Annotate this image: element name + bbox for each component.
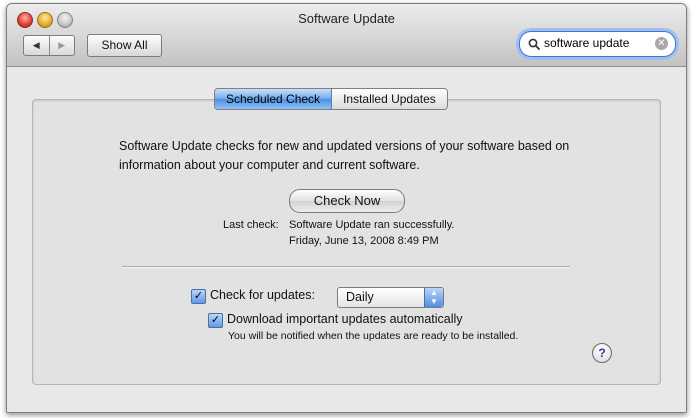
forward-button[interactable]: ▶ <box>50 36 75 55</box>
preferences-window: Software Update ◀ ▶ Show All software up… <box>6 3 687 413</box>
download-hint-text: You will be notified when the updates ar… <box>228 330 519 342</box>
title-bar: Software Update ◀ ▶ Show All software up… <box>7 4 686 67</box>
search-input-text[interactable]: software update <box>544 36 629 50</box>
tab-scheduled-check[interactable]: Scheduled Check <box>215 89 333 109</box>
show-all-button[interactable]: Show All <box>87 34 162 57</box>
question-mark-icon: ? <box>598 346 606 360</box>
frequency-value: Daily <box>346 290 374 304</box>
forward-arrow-icon: ▶ <box>58 40 66 50</box>
navigation-segment: ◀ ▶ <box>23 35 75 56</box>
last-check-label: Last check: <box>223 219 279 231</box>
description-text: Software Update checks for new and updat… <box>119 139 570 172</box>
updown-arrows-icon: ▲ ▼ <box>424 288 443 307</box>
back-arrow-icon: ◀ <box>32 40 40 50</box>
last-check-status: Software Update ran successfully. <box>289 219 455 231</box>
check-now-button[interactable]: Check Now <box>289 189 405 213</box>
clear-circle-icon[interactable]: ✕ <box>655 37 668 50</box>
magnifier-icon <box>528 38 540 50</box>
tab-bar: Scheduled Check Installed Updates <box>214 88 448 110</box>
check-for-updates-checkbox[interactable]: ✓ <box>191 289 206 304</box>
last-check-date: Friday, June 13, 2008 8:49 PM <box>289 235 439 247</box>
check-for-updates-label: Check for updates: <box>210 288 315 302</box>
download-automatically-label: Download important updates automatically <box>227 312 463 326</box>
download-automatically-checkbox[interactable]: ✓ <box>208 313 223 328</box>
help-button[interactable]: ? <box>592 343 612 363</box>
tab-installed-updates[interactable]: Installed Updates <box>332 89 447 109</box>
section-divider <box>122 266 570 268</box>
search-field[interactable]: software update ✕ <box>519 31 676 57</box>
frequency-select[interactable]: Daily ▲ ▼ <box>337 287 444 308</box>
back-button[interactable]: ◀ <box>24 36 50 55</box>
window-title: Software Update <box>298 11 395 26</box>
pane-content: Scheduled Check Installed Updates Softwa… <box>7 67 686 412</box>
